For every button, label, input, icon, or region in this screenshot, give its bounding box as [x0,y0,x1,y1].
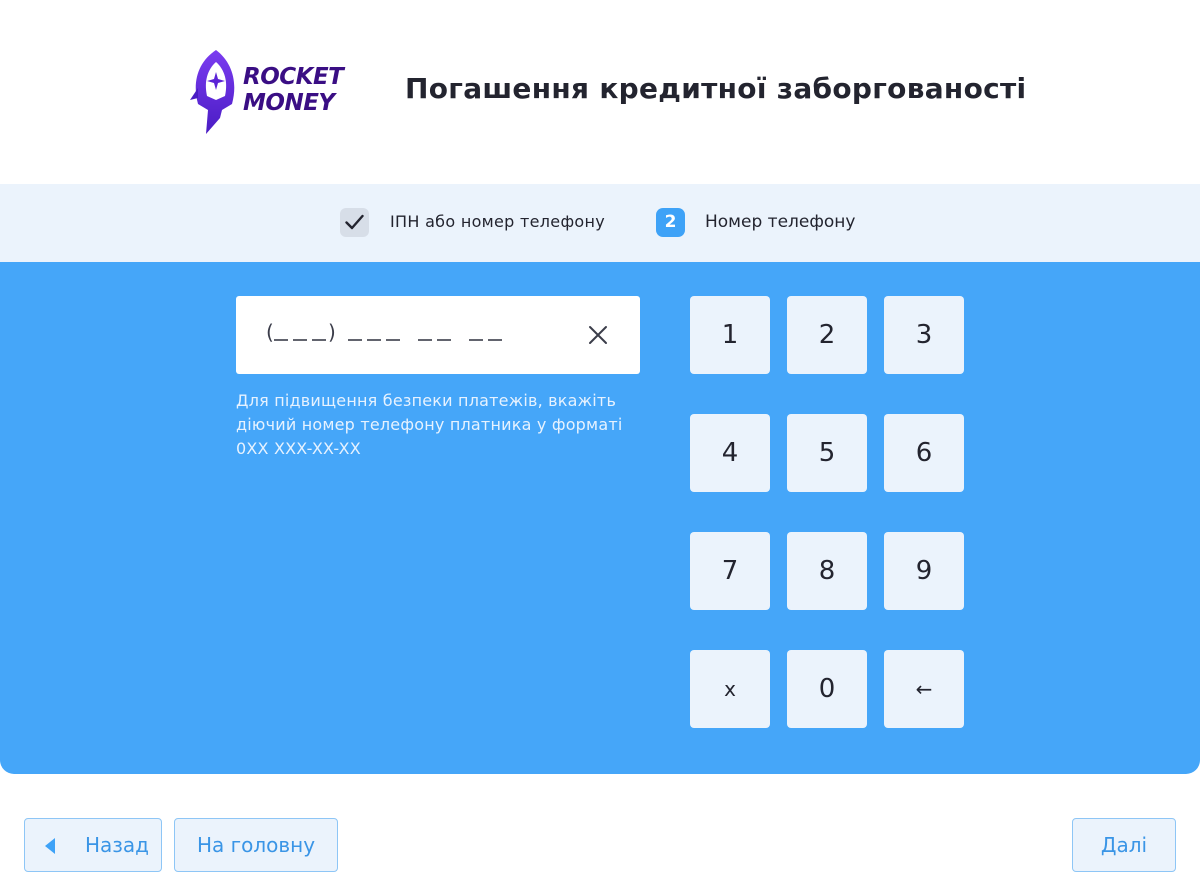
step-2-number-badge: 2 [656,208,685,237]
page-title: Погашення кредитної заборгованості [405,72,1027,105]
logo-line-2: MONEY [243,90,335,116]
hint-line: 0XX XXX-XX-XX [236,439,361,458]
hint-line: Для підвищення безпеки платежів, вкажіть [236,391,617,410]
rocket-icon [190,50,235,134]
next-button[interactable]: Далі [1072,818,1176,872]
step-1-label: ІПН або номер телефону [390,212,606,231]
key-1[interactable]: 1 [690,296,770,374]
clear-input-button[interactable] [586,323,610,347]
key-clear[interactable]: x [690,650,770,728]
step-2-label: Номер телефону [705,212,856,232]
back-button[interactable]: Назад [24,818,162,872]
phone-entry-panel: ( ) Для підвищення безпеки платежів, вка… [0,262,1200,774]
header: ROCKET MONEY Погашення кредитної заборго… [0,0,1200,184]
phone-hint: Для підвищення безпеки платежів, вкажіть… [236,389,656,461]
key-5[interactable]: 5 [787,414,867,492]
key-2[interactable]: 2 [787,296,867,374]
key-backspace[interactable]: ← [884,650,964,728]
key-6[interactable]: 6 [884,414,964,492]
caret-left-icon [45,838,55,854]
key-8[interactable]: 8 [787,532,867,610]
home-button[interactable]: На головну [174,818,338,872]
phone-input[interactable]: ( ) [236,296,640,374]
close-icon [589,326,607,344]
back-button-label: Назад [85,833,150,857]
step-1-check-badge [340,208,369,237]
logo-line-1: ROCKET [243,64,344,90]
svg-text:(: ( [266,322,275,344]
key-0[interactable]: 0 [787,650,867,728]
checkmark-icon [345,214,364,230]
key-4[interactable]: 4 [690,414,770,492]
key-3[interactable]: 3 [884,296,964,374]
key-7[interactable]: 7 [690,532,770,610]
rocket-money-logo: ROCKET MONEY [186,48,366,138]
steps-bar: ІПН або номер телефону 2 Номер телефону [0,184,1200,262]
logo-text: ROCKET MONEY [243,64,344,116]
hint-line: діючий номер телефону платника у форматі [236,415,623,434]
key-9[interactable]: 9 [884,532,964,610]
phone-mask: ( ) [266,320,546,349]
svg-text:): ) [328,322,337,344]
phone-mask-placeholder: ( ) [266,320,502,344]
